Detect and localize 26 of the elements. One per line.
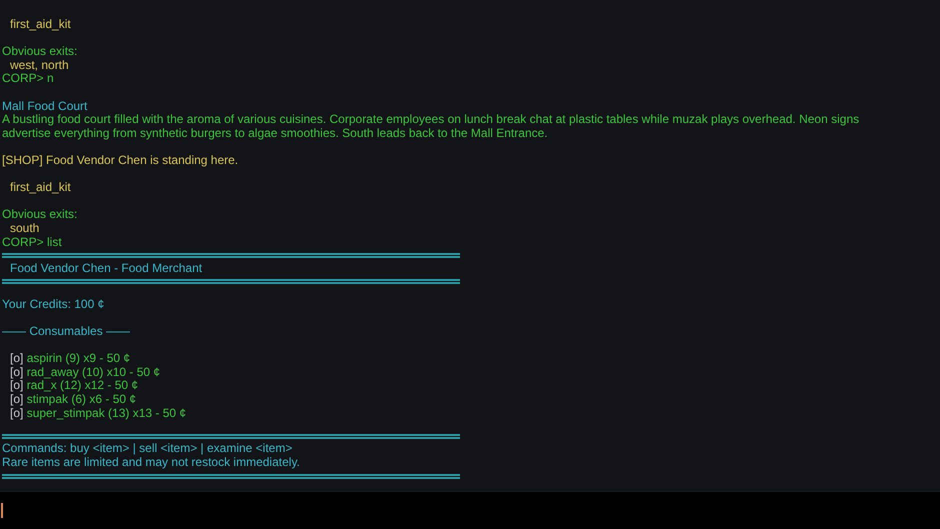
item-name: first_aid_kit	[10, 180, 71, 194]
command-prompt: CORP> list	[2, 234, 62, 248]
room-title: Mall Food Court	[2, 98, 88, 113]
exit-list: south	[10, 220, 40, 235]
bullet-marker: [o]	[10, 378, 24, 392]
shop-item: rad_away (10) x10 - 50 ¢	[26, 364, 160, 379]
category-heading: —— Consumables ——	[2, 324, 130, 338]
item-name: first_aid_kit	[10, 17, 71, 31]
shop-item: rad_x (12) x12 - 50 ¢	[26, 378, 138, 392]
merchant-title: Food Vendor Chen - Food Merchant	[10, 260, 202, 275]
exits-label: Obvious exits:	[2, 44, 78, 58]
exit-list: west, north	[10, 58, 69, 72]
npc-line: [SHOP] Food Vendor Chen is standing here.	[2, 152, 238, 167]
shop-item: aspirin (9) x9 - 50 ¢	[26, 351, 130, 366]
shop-text: Rare items are limited and may not restock immediately.	[2, 455, 300, 469]
bullet-marker: [o]	[10, 351, 24, 366]
shop-item: stimpak (6) x6 - 50 ¢	[26, 392, 136, 406]
bullet-marker: [o]	[10, 364, 24, 379]
exits-label: Obvious exits:	[2, 207, 78, 222]
shop-text: Commands: buy <item> | sell <item> | examine <item>	[2, 441, 292, 456]
shop-item: super_stimpak (13) x13 - 50 ¢	[26, 406, 186, 420]
command-prompt: CORP> n	[2, 71, 54, 86]
bullet-marker: [o]	[10, 406, 24, 420]
shop-text: Your Credits: 100 ¢	[2, 296, 104, 311]
room-description: A bustling food court filled with the aroma of various cuisines. Corporate employees on lunch break chat at plastic tables while muzak plays overhead. Neon signs advertise everything from synthetic burgers to algae smoothies. South leads back to the Mall Entrance.	[2, 112, 860, 140]
bullet-marker: [o]	[10, 392, 24, 406]
